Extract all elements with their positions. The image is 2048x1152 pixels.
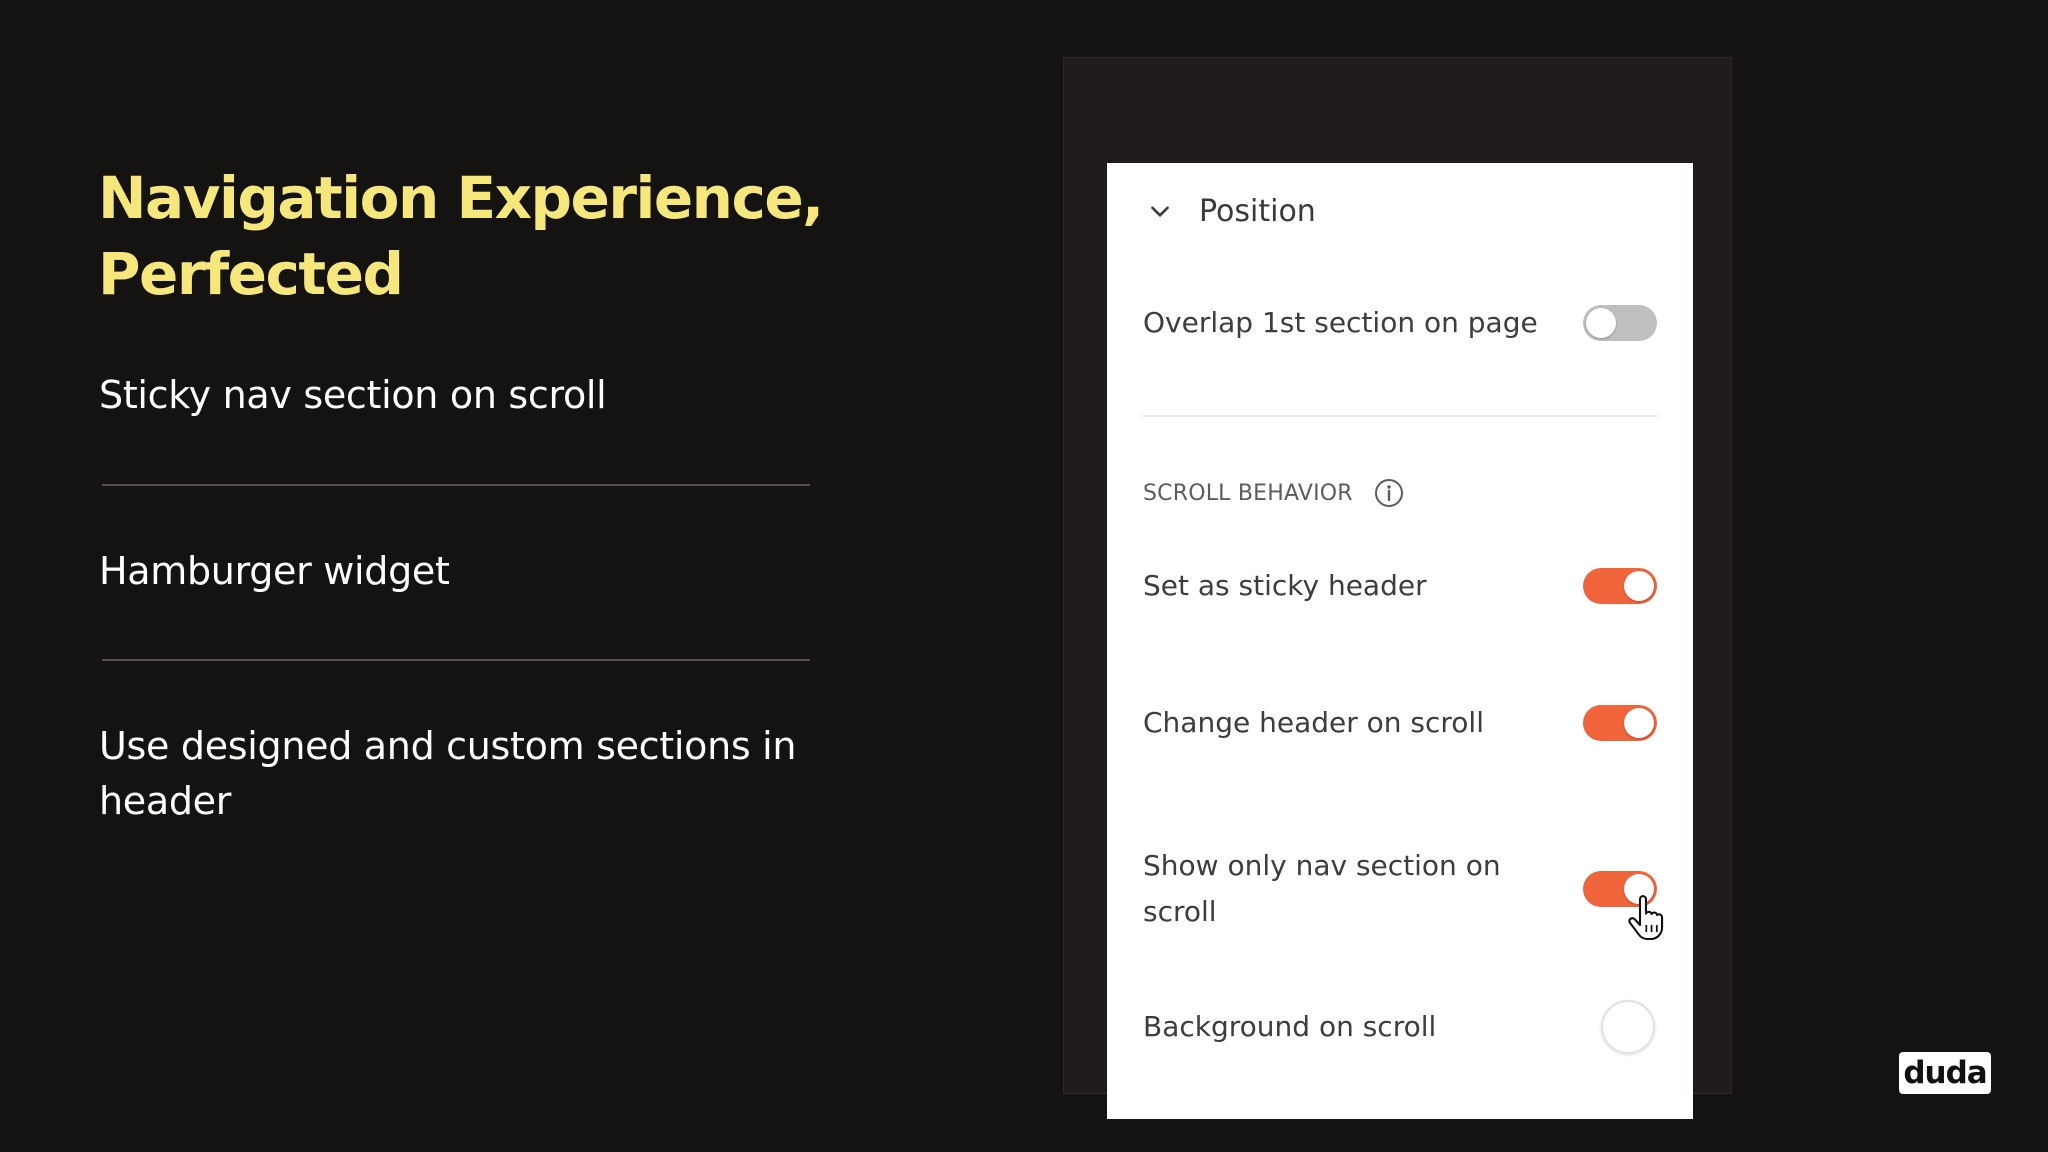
overlap-setting-row: Overlap 1st section on page — [1143, 293, 1657, 353]
sticky-header-row: Set as sticky header — [1143, 556, 1657, 616]
feature-sticky-nav: Sticky nav section on scroll — [99, 373, 607, 417]
overlap-toggle[interactable] — [1583, 305, 1657, 341]
headline-line-2: Perfected — [98, 240, 404, 308]
change-header-label: Change header on scroll — [1143, 706, 1484, 739]
position-section-header[interactable]: Position — [1147, 187, 1316, 235]
change-header-row: Change header on scroll — [1143, 693, 1657, 753]
panel-title: Position — [1199, 193, 1316, 229]
sticky-header-label: Set as sticky header — [1143, 569, 1427, 602]
scroll-behavior-label: SCROLL BEHAVIOR — [1143, 480, 1353, 506]
background-color-swatch[interactable] — [1601, 1000, 1655, 1054]
feature-hamburger-widget: Hamburger widget — [99, 549, 450, 593]
feature-divider — [102, 484, 810, 486]
background-scroll-label: Background on scroll — [1143, 1010, 1437, 1043]
overlap-label: Overlap 1st section on page — [1143, 306, 1538, 339]
feature-custom-sections: Use designed and custom sections in head… — [99, 724, 797, 823]
toggle-knob — [1624, 571, 1654, 601]
hand-pointer-icon — [1628, 895, 1664, 941]
toggle-knob — [1624, 708, 1654, 738]
change-header-toggle[interactable] — [1583, 705, 1657, 741]
background-scroll-row: Background on scroll — [1143, 997, 1657, 1057]
feature-divider — [102, 659, 810, 661]
info-icon[interactable] — [1373, 477, 1405, 509]
toggle-knob — [1586, 308, 1616, 338]
duda-logo: duda — [1899, 1052, 1991, 1094]
position-settings-panel: Position Overlap 1st section on page SCR… — [1107, 163, 1693, 1119]
sticky-header-toggle[interactable] — [1583, 568, 1657, 604]
scroll-behavior-heading: SCROLL BEHAVIOR — [1143, 473, 1405, 513]
show-nav-label: Show only nav section on scroll — [1143, 849, 1501, 928]
chevron-down-icon — [1151, 206, 1169, 217]
panel-divider — [1143, 415, 1657, 417]
headline-line-1: Navigation Experience, — [98, 164, 824, 232]
show-nav-row: Show only nav section on scroll — [1143, 839, 1657, 939]
slide-headline: Navigation Experience, Perfected — [98, 160, 858, 312]
